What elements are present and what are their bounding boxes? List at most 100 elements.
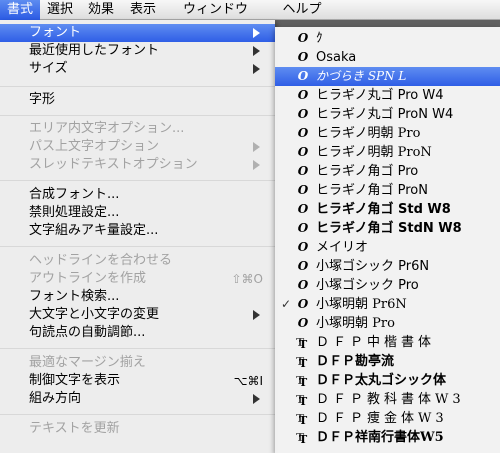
font-name: ＤＦＰ教科書体W3 <box>316 392 465 407</box>
opentype-font-icon: O <box>297 316 309 330</box>
opentype-font-icon: O <box>297 50 309 64</box>
opentype-font-icon: O <box>297 259 309 273</box>
font-name: メイリオ <box>316 240 369 255</box>
font-item[interactable]: TT ＤＦＰ痩金体W3 <box>275 409 500 428</box>
font-item[interactable]: O ヒラギノ丸ゴ ProN W4 <box>275 105 500 124</box>
menu-item-find-font[interactable]: フォント検索... <box>0 288 275 306</box>
menu-item-label: 禁則処理設定... <box>29 205 120 220</box>
truetype-font-icon: TT <box>296 355 308 370</box>
shortcut-label: ⌥⌘I <box>233 374 263 388</box>
menu-separator <box>0 414 275 415</box>
font-item[interactable]: TT ＤＦＰ教科書体W3 <box>275 390 500 409</box>
font-name: ＤＦＰ勘亭流 <box>316 354 395 369</box>
menu-bar: 書式 選択 効果 表示 ウィンドウ ヘルプ <box>0 0 500 20</box>
menu-item-size[interactable]: サイズ <box>0 60 275 78</box>
menu-effect[interactable]: 効果 <box>80 0 122 20</box>
menu-item-show-hidden-characters[interactable]: 制御文字を表示 ⌥⌘I <box>0 372 275 390</box>
menu-item-fit-headline: ヘッドラインを合わせる <box>0 252 275 270</box>
font-item[interactable]: O ヒラギノ丸ゴ Pro W4 <box>275 86 500 105</box>
menu-item-optical-margin: 最適なマージン揃え <box>0 354 275 372</box>
font-name: ヒラギノ角ゴ ProN <box>316 183 428 198</box>
font-item[interactable]: O ヒラギノ角ゴ ProN <box>275 181 500 200</box>
shortcut-label: ⇧⌘O <box>231 272 264 286</box>
menu-item-label: フォント <box>29 25 82 40</box>
truetype-font-icon: TT <box>296 412 308 427</box>
menu-select[interactable]: 選択 <box>40 0 80 20</box>
menu-item-update-legacy-text: テキストを更新 <box>0 420 275 438</box>
font-name: 小塚ゴシック Pro <box>316 278 419 293</box>
submenu-arrow-icon <box>253 64 260 74</box>
menu-separator <box>0 348 275 349</box>
font-name: ヒラギノ丸ゴ Pro W4 <box>316 88 444 103</box>
submenu-arrow-icon <box>253 160 260 170</box>
font-item[interactable]: TT ＤＦＰ祥南行書体W5 <box>275 428 500 447</box>
font-name: 小塚ゴシック Pr6N <box>316 259 430 274</box>
opentype-font-icon: O <box>297 278 309 292</box>
opentype-font-icon: O <box>297 31 309 45</box>
font-item[interactable]: O ヒラギノ角ゴ Pro <box>275 162 500 181</box>
font-name: ｸ <box>316 31 323 46</box>
opentype-font-icon: O <box>297 164 309 178</box>
font-name: ＤＦＰ中楷書体 <box>316 335 436 350</box>
menu-item-recent-fonts[interactable]: 最近使用したフォント <box>0 42 275 60</box>
font-item[interactable]: O 小塚ゴシック Pro <box>275 276 500 295</box>
menu-separator <box>0 86 275 87</box>
font-name: ヒラギノ角ゴ Std W8 <box>316 202 451 217</box>
menu-item-type-orientation[interactable]: 組み方向 <box>0 390 275 408</box>
font-item[interactable]: O ｸ <box>275 29 500 48</box>
font-item[interactable]: O ヒラギノ明朝 Pro <box>275 124 500 143</box>
opentype-font-icon: O <box>297 69 309 83</box>
opentype-font-icon: O <box>297 240 309 254</box>
menu-help[interactable]: ヘルプ <box>267 0 337 20</box>
menu-item-label: フォント検索... <box>29 289 120 304</box>
menu-item-mojikumi[interactable]: 文字組みアキ量設定... <box>0 222 275 240</box>
font-item[interactable]: O ヒラギノ明朝 ProN <box>275 143 500 162</box>
font-item[interactable]: O メイリオ <box>275 238 500 257</box>
font-name: ＤＦＰ太丸ゴシック体 <box>316 373 447 388</box>
menu-item-change-case[interactable]: 大文字と小文字の変更 <box>0 306 275 324</box>
opentype-font-icon: O <box>297 221 309 235</box>
font-item[interactable]: O かづらき SPN L <box>275 67 500 86</box>
font-name: ヒラギノ角ゴ StdN W8 <box>316 221 462 236</box>
menu-item-label: 組み方向 <box>29 391 82 406</box>
menu-item-label: 制御文字を表示 <box>29 373 121 388</box>
opentype-font-icon: O <box>297 297 309 311</box>
menu-item-type-on-path: パス上文字オプション <box>0 138 275 156</box>
font-item[interactable]: O ヒラギノ角ゴ StdN W8 <box>275 219 500 238</box>
menu-item-label: 最適なマージン揃え <box>29 355 146 370</box>
font-item[interactable]: O 小塚明朝 Pro <box>275 314 500 333</box>
font-item-selected[interactable]: ✓ O 小塚明朝 Pr6N <box>275 295 500 314</box>
menu-item-glyphs[interactable]: 字形 <box>0 91 275 109</box>
font-item[interactable]: TT ＤＦＰ太丸ゴシック体 <box>275 371 500 390</box>
font-name: ヒラギノ丸ゴ ProN W4 <box>316 107 454 122</box>
submenu-arrow-icon <box>253 394 260 404</box>
menu-item-kinsoku[interactable]: 禁則処理設定... <box>0 204 275 222</box>
font-name: かづらき SPN L <box>316 69 407 83</box>
opentype-font-icon: O <box>297 183 309 197</box>
font-item[interactable]: O Osaka <box>275 48 500 67</box>
menu-item-smart-punctuation[interactable]: 句読点の自動調節... <box>0 324 275 342</box>
font-item[interactable]: O ヒラギノ角ゴ Std W8 <box>275 200 500 219</box>
truetype-font-icon: TT <box>296 336 308 351</box>
menu-item-label: サイズ <box>29 61 68 76</box>
font-name: ＤＦＰ痩金体W3 <box>316 411 448 426</box>
menu-view[interactable]: 表示 <box>122 0 164 20</box>
menu-item-font[interactable]: フォント <box>0 24 275 42</box>
menu-item-composite-fonts[interactable]: 合成フォント... <box>0 186 275 204</box>
font-item[interactable]: O 小塚ゴシック Pr6N <box>275 257 500 276</box>
opentype-font-icon: O <box>297 88 309 102</box>
menu-item-label: 合成フォント... <box>29 187 120 202</box>
menu-window[interactable]: ウィンドウ <box>164 0 267 20</box>
menu-item-area-type-options: エリア内文字オプション... <box>0 120 275 138</box>
menu-item-create-outlines: アウトラインを作成 ⇧⌘O <box>0 270 275 288</box>
font-item[interactable]: TT ＤＦＰ勘亭流 <box>275 352 500 371</box>
menu-item-label: スレッドテキストオプション <box>29 157 198 172</box>
menu-item-threaded-text: スレッドテキストオプション <box>0 156 275 174</box>
menu-item-label: パス上文字オプション <box>29 139 160 154</box>
menu-separator <box>0 115 275 116</box>
font-item[interactable]: TT ＤＦＰ中楷書体 <box>275 333 500 352</box>
menu-item-label: 字形 <box>29 92 56 107</box>
menu-item-label: 句読点の自動調節... <box>29 325 146 340</box>
menu-item-label: テキストを更新 <box>29 421 120 436</box>
menu-format[interactable]: 書式 <box>0 0 40 20</box>
